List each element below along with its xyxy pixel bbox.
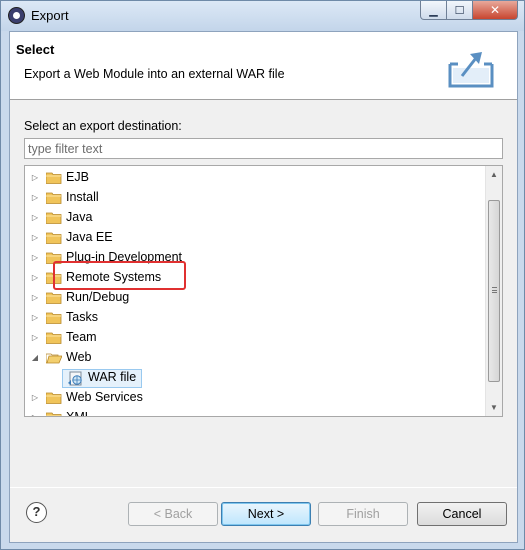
filter-input[interactable] bbox=[24, 138, 503, 159]
scroll-up-arrow-icon[interactable]: ▲ bbox=[486, 166, 502, 183]
folder-icon bbox=[45, 272, 62, 284]
tree-item-label: XML bbox=[66, 410, 92, 417]
tree-item-java-ee[interactable]: ▷ Java EE bbox=[25, 228, 485, 248]
folder-icon bbox=[45, 412, 62, 416]
tree-item-label: Tasks bbox=[66, 310, 98, 324]
scroll-down-arrow-icon[interactable]: ▼ bbox=[486, 399, 502, 416]
folder-icon bbox=[45, 332, 62, 344]
help-icon[interactable]: ? bbox=[26, 502, 47, 523]
close-button[interactable]: ✕ bbox=[473, 1, 518, 20]
tree-item-label: Plug-in Development bbox=[66, 250, 183, 264]
expand-arrow-icon[interactable]: ▷ bbox=[30, 233, 40, 243]
destination-tree[interactable]: ▷ EJB ▷ Install ▷ Java ▷ Java EE ▷ Plug-in Develo… bbox=[24, 165, 503, 417]
next-button[interactable]: Next > bbox=[221, 502, 311, 526]
back-button[interactable]: < Back bbox=[128, 502, 218, 526]
expand-arrow-icon[interactable]: ▷ bbox=[30, 393, 40, 403]
tree-rows: ▷ EJB ▷ Install ▷ Java ▷ Java EE ▷ Plug-in Develo… bbox=[25, 168, 485, 417]
expand-arrow-icon[interactable]: ▷ bbox=[30, 293, 40, 303]
tree-item-xml[interactable]: ▷ XML bbox=[25, 408, 485, 417]
tree-item-label: WAR file bbox=[88, 370, 137, 384]
folder-icon bbox=[45, 172, 62, 184]
folder-icon bbox=[45, 392, 62, 404]
expand-arrow-icon[interactable]: ▷ bbox=[30, 413, 40, 416]
wizard-page-title: Select bbox=[16, 42, 55, 57]
dialog-client-area: Select Export a Web Module into an exter… bbox=[9, 31, 518, 543]
expand-arrow-icon[interactable]: ▷ bbox=[30, 173, 40, 183]
expand-arrow-icon[interactable]: ▷ bbox=[30, 273, 40, 283]
export-dialog: Export ▁ ☐ ✕ Select Export a Web Module … bbox=[0, 0, 525, 550]
folder-icon bbox=[45, 192, 62, 204]
scrollbar-thumb[interactable] bbox=[488, 200, 500, 382]
tree-item-label: Java EE bbox=[66, 230, 113, 244]
export-icon bbox=[448, 52, 494, 88]
tree-item-war-file[interactable]: WAR file bbox=[25, 368, 485, 388]
expand-arrow-icon[interactable]: ▷ bbox=[30, 313, 40, 323]
maximize-button[interactable]: ☐ bbox=[447, 1, 473, 20]
expand-arrow-icon[interactable]: ▷ bbox=[30, 333, 40, 343]
folder-icon bbox=[45, 252, 62, 264]
wizard-page-description: Export a Web Module into an external WAR… bbox=[24, 67, 285, 81]
tree-item-label: EJB bbox=[66, 170, 89, 184]
scrollbar-grip-icon bbox=[492, 287, 497, 293]
tree-item-ejb[interactable]: ▷ EJB bbox=[25, 168, 485, 188]
finish-button[interactable]: Finish bbox=[318, 502, 408, 526]
footer-separator bbox=[10, 487, 517, 488]
expand-arrow-icon[interactable]: ▷ bbox=[30, 213, 40, 223]
wizard-header: Select Export a Web Module into an exter… bbox=[10, 32, 517, 100]
tree-item-label: Run/Debug bbox=[66, 290, 130, 304]
tree-item-web[interactable]: ◢ Web bbox=[25, 348, 485, 368]
minimize-button[interactable]: ▁ bbox=[420, 1, 447, 20]
title-bar[interactable]: Export ▁ ☐ ✕ bbox=[1, 1, 524, 31]
tree-item-java[interactable]: ▷ Java bbox=[25, 208, 485, 228]
tree-item-web-services[interactable]: ▷ Web Services bbox=[25, 388, 485, 408]
folder-icon bbox=[45, 312, 62, 324]
tree-item-label: Team bbox=[66, 330, 97, 344]
tree-item-label: Java bbox=[66, 210, 93, 224]
tree-item-label: Install bbox=[66, 190, 99, 204]
tree-item-tasks[interactable]: ▷ Tasks bbox=[25, 308, 485, 328]
tree-item-install[interactable]: ▷ Install bbox=[25, 188, 485, 208]
tree-item-plug-in-development[interactable]: ▷ Plug-in Development bbox=[25, 248, 485, 268]
war-file-icon bbox=[68, 371, 84, 386]
eclipse-app-icon bbox=[8, 7, 25, 24]
destination-prompt: Select an export destination: bbox=[24, 119, 182, 133]
tree-item-label: Remote Systems bbox=[66, 270, 162, 284]
tree-item-label: Web bbox=[66, 350, 92, 364]
tree-item-remote-systems[interactable]: ▷ Remote Systems bbox=[25, 268, 485, 288]
tree-item-team[interactable]: ▷ Team bbox=[25, 328, 485, 348]
collapse-arrow-icon[interactable]: ◢ bbox=[30, 353, 40, 363]
expand-arrow-icon[interactable]: ▷ bbox=[30, 253, 40, 263]
folder-icon bbox=[45, 212, 62, 224]
tree-item-run-debug[interactable]: ▷ Run/Debug bbox=[25, 288, 485, 308]
cancel-button[interactable]: Cancel bbox=[417, 502, 507, 526]
vertical-scrollbar[interactable]: ▲ ▼ bbox=[485, 166, 502, 416]
window-title: Export bbox=[31, 8, 69, 23]
folder-icon bbox=[45, 292, 62, 304]
caption-buttons: ▁ ☐ ✕ bbox=[420, 1, 518, 21]
tree-item-label: Web Services bbox=[66, 390, 143, 404]
open-folder-icon bbox=[45, 352, 63, 364]
folder-icon bbox=[45, 232, 62, 244]
expand-arrow-icon[interactable]: ▷ bbox=[30, 193, 40, 203]
